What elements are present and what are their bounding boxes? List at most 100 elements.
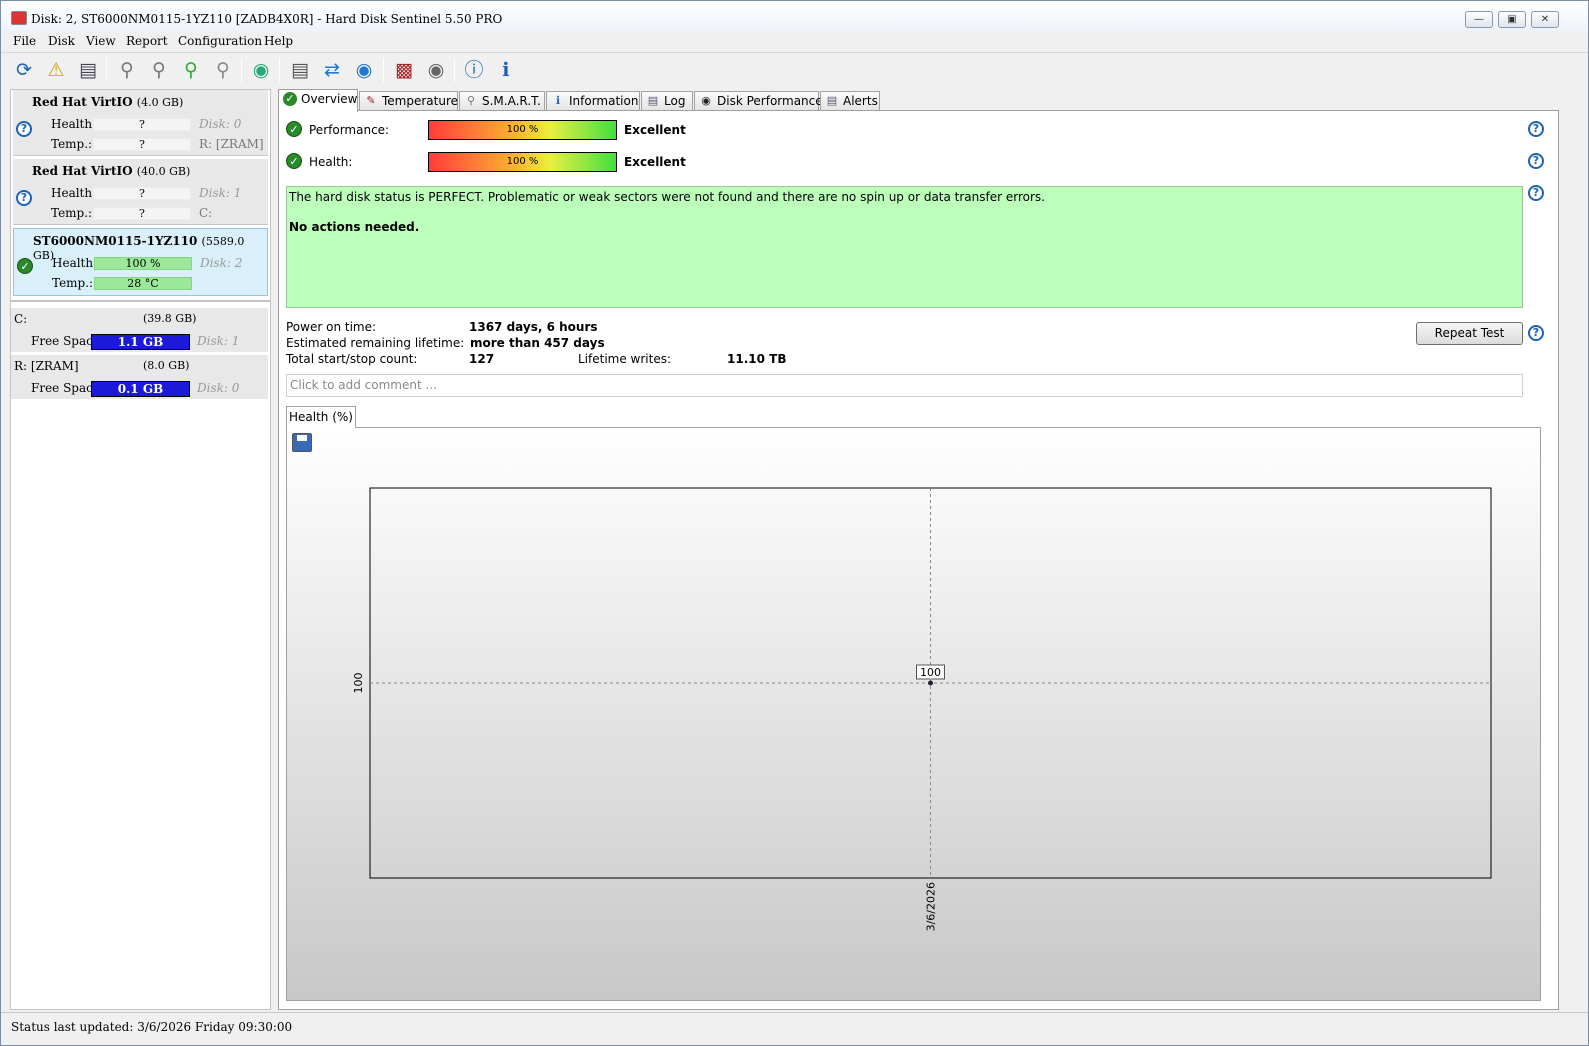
- temp-label: Temp.:: [52, 276, 94, 290]
- volume-card-r[interactable]: R: [ZRAM] (8.0 GB) Free Space 0.1 GB Dis…: [11, 355, 268, 399]
- comment-field[interactable]: Click to add comment ...: [286, 374, 1523, 397]
- data-point: [928, 680, 933, 686]
- sync-icon[interactable]: ⇄: [318, 56, 346, 84]
- lifetime-writes-value: 11.10 TB: [727, 352, 787, 366]
- tab-information[interactable]: ℹ Information: [546, 91, 640, 111]
- menu-configuration[interactable]: Configuration: [178, 34, 262, 48]
- help-icon[interactable]: ?: [1528, 153, 1544, 169]
- disk-number: Disk: 2: [200, 256, 243, 270]
- question-icon: ?: [16, 121, 32, 137]
- tab-temperature[interactable]: ✎ Temperature: [359, 91, 458, 111]
- info-icon: ℹ: [555, 94, 561, 107]
- tab-overview[interactable]: ✓ Overview: [278, 89, 358, 112]
- health-label: Health:: [52, 256, 98, 270]
- remaining-lifetime-label: Estimated remaining lifetime:: [286, 336, 465, 350]
- free-space-label: Free Space: [31, 334, 100, 348]
- window-title: Disk: 2, ST6000NM0115-1YZ110 [ZADB4X0R] …: [31, 12, 503, 26]
- free-space-bar: 1.1 GB: [91, 334, 190, 350]
- data-label: 100: [920, 666, 941, 679]
- health-value: ?: [93, 187, 191, 200]
- sound-icon[interactable]: ◉: [422, 56, 450, 84]
- volume-size: (8.0 GB): [143, 359, 190, 372]
- status-text: Status last updated: 3/6/2026 Friday 09:…: [11, 1020, 293, 1034]
- disk-card-1[interactable]: Red Hat VirtIO (40.0 GB) ? Health: ? Dis…: [13, 159, 268, 225]
- menu-report[interactable]: Report: [126, 34, 168, 48]
- disk-number: Disk: 0: [197, 381, 240, 395]
- performance-label: Performance:: [309, 123, 390, 137]
- drive-letter: C:: [199, 206, 213, 220]
- status-message: The hard disk status is PERFECT. Problem…: [289, 190, 1045, 204]
- monitor-icon[interactable]: ▩: [390, 56, 418, 84]
- temp-label: Temp.:: [51, 137, 93, 151]
- health-rating: Excellent: [624, 155, 686, 169]
- disk-list-panel: Red Hat VirtIO (4.0 GB) ? Health: ? Disk…: [10, 89, 271, 1010]
- disk-test-icon[interactable]: ⚲: [113, 56, 141, 84]
- volume-name: C:: [14, 312, 28, 326]
- question-icon: ?: [16, 190, 32, 206]
- tab-smart[interactable]: ⚲ S.M.A.R.T.: [459, 91, 545, 111]
- health-value: ?: [93, 118, 191, 131]
- free-space-bar: 0.1 GB: [91, 381, 190, 397]
- health-chart: 100 3/6/2026 100: [286, 427, 1541, 1001]
- checkmark-icon: ✓: [286, 121, 302, 137]
- volume-name: R: [ZRAM]: [14, 359, 79, 373]
- disk-icon[interactable]: ▤: [74, 56, 102, 84]
- disk-number: Disk: 0: [199, 117, 242, 131]
- chart-svg: 100 3/6/2026 100: [352, 487, 1492, 931]
- disk-card-2[interactable]: ST6000NM0115-1YZ110 (5589.0 GB) ✓ Health…: [13, 228, 268, 296]
- minimize-button[interactable]: —: [1465, 11, 1493, 28]
- health-label: Health:: [51, 117, 97, 131]
- status-message-box: The hard disk status is PERFECT. Problem…: [286, 186, 1523, 308]
- surface-test-icon[interactable]: ⚲: [145, 56, 173, 84]
- title-bar: Disk: 2, ST6000NM0115-1YZ110 [ZADB4X0R] …: [1, 1, 1588, 31]
- thermometer-icon: ✎: [366, 94, 376, 107]
- temp-value: ?: [93, 207, 191, 220]
- network-icon[interactable]: ◉: [350, 56, 378, 84]
- tab-alerts[interactable]: ▤ Alerts: [820, 91, 880, 111]
- temp-value: ?: [93, 138, 191, 151]
- y-tick-label: 100: [352, 673, 365, 694]
- status-bar: Status last updated: 3/6/2026 Friday 09:…: [1, 1012, 1588, 1045]
- help-icon[interactable]: ?: [1528, 121, 1544, 137]
- disk-name: Red Hat VirtIO (4.0 GB): [32, 95, 184, 109]
- app-logo-icon: [11, 11, 27, 25]
- menu-disk[interactable]: Disk: [48, 34, 75, 48]
- warning-icon[interactable]: ⚠: [42, 56, 70, 84]
- disk-tools-icon[interactable]: ⚲: [209, 56, 237, 84]
- tab-disk-performance[interactable]: ◉ Disk Performance: [694, 91, 823, 111]
- health-bar: 100 %: [428, 152, 617, 172]
- help-icon[interactable]: ?: [1528, 325, 1544, 341]
- remaining-lifetime-value: more than 457 days: [470, 336, 605, 350]
- power-on-label: Power on time:: [286, 320, 377, 334]
- help-icon[interactable]: ⓘ: [460, 56, 488, 84]
- repeat-test-button[interactable]: Repeat Test: [1416, 322, 1523, 345]
- tab-health-chart[interactable]: Health (%): [286, 406, 356, 428]
- menu-view[interactable]: View: [86, 34, 116, 48]
- menu-help[interactable]: Help: [264, 34, 293, 48]
- start-stop-value: 127: [469, 352, 495, 366]
- action-message: No actions needed.: [289, 220, 420, 234]
- disk-number: Disk: 1: [197, 334, 240, 348]
- tab-log[interactable]: ▤ Log: [641, 91, 693, 111]
- close-button[interactable]: ✕: [1531, 11, 1559, 28]
- health-label: Health:: [51, 186, 97, 200]
- menu-file[interactable]: File: [13, 34, 36, 48]
- menu-bar: File Disk View Report Configuration Help: [1, 31, 1588, 51]
- free-space-label: Free Space: [31, 381, 100, 395]
- disk-card-0[interactable]: Red Hat VirtIO (4.0 GB) ? Health: ? Disk…: [13, 90, 268, 156]
- info-icon[interactable]: ℹ: [492, 56, 520, 84]
- disk-ok-icon[interactable]: ⚲: [177, 56, 205, 84]
- help-icon[interactable]: ?: [1528, 185, 1544, 201]
- maximize-button[interactable]: ▣: [1498, 11, 1526, 28]
- globe-icon[interactable]: ◉: [247, 56, 275, 84]
- start-stop-label: Total start/stop count:: [286, 352, 418, 366]
- disk-name: Red Hat VirtIO (40.0 GB): [32, 164, 191, 178]
- health-label: Health:: [309, 155, 353, 169]
- volume-card-c[interactable]: C: (39.8 GB) Free Space 1.1 GB Disk: 1: [11, 308, 268, 352]
- overview-panel: ✓ Performance: 100 % Excellent ? ✓ Healt…: [278, 110, 1559, 1010]
- report-icon[interactable]: ▤: [286, 56, 314, 84]
- refresh-icon[interactable]: ⟳: [10, 56, 38, 84]
- alerts-icon: ▤: [826, 94, 838, 107]
- checkmark-icon: ✓: [286, 153, 302, 169]
- disk-number: Disk: 1: [199, 186, 242, 200]
